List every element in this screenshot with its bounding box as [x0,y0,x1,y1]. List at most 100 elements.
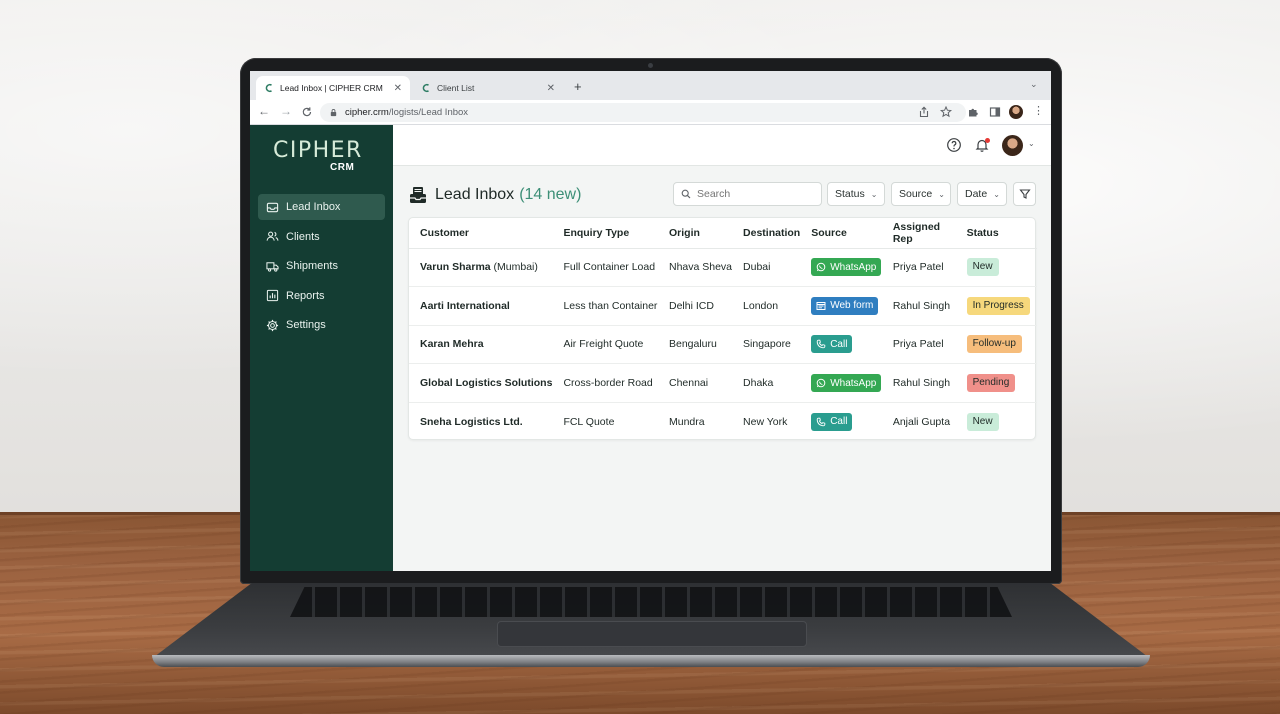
users-icon [266,231,279,241]
chevron-down-icon[interactable]: ⌄ [1028,139,1035,148]
status-badge[interactable]: New [966,412,999,431]
cipher-favicon-icon [265,83,272,93]
search-input[interactable] [697,188,807,200]
cell-enquiry-type: Air Freight Quote [552,325,658,365]
lock-icon [330,109,337,117]
cell-source: WhatsApp [800,248,882,288]
table-row[interactable]: Aarti International Less than Container De… [409,286,1037,326]
column-header-assigned-rep[interactable]: Assigned Rep [881,218,956,249]
notification-dot [985,138,990,143]
cell-status: In Progress [955,286,1037,326]
back-arrow-icon[interactable]: ← [258,104,270,118]
table-row[interactable]: Sneha Logistics Ltd. FCL Quote Mundra New Y… [409,402,1037,441]
customer-name[interactable]: Global Logistics Solutions [420,377,552,389]
cell-origin: Chennai [657,363,733,403]
table-row[interactable]: Karan Mehra Air Freight Quote Bengaluru Sin… [409,325,1037,365]
laptop-base-edge [152,655,1150,667]
logo-wordmark: CIPHER [273,138,363,163]
reload-icon[interactable] [301,106,313,118]
cell-status: New [956,402,1037,441]
cell-customer[interactable]: Aarti International [409,286,553,326]
cell-customer[interactable]: Varun Sharma (Mumbai) [409,248,553,288]
whatsapp-icon [816,262,826,272]
cell-source: WhatsApp [800,363,882,403]
source-label: WhatsApp [830,261,877,273]
column-header-status[interactable]: Status [955,218,1037,249]
new-tab-plus-icon[interactable]: + [574,79,582,94]
avatar[interactable] [1002,135,1023,156]
bookmark-star-icon[interactable] [940,106,952,118]
forward-arrow-icon[interactable]: → [280,104,292,118]
leads-table-card: Customer Enquiry Type Origin Destination… [408,217,1037,441]
status-badge[interactable]: Pending [966,374,1016,393]
customer-name[interactable]: Aarti International [420,300,510,312]
sidebar-item-clients[interactable]: Clients [258,224,385,250]
side-panel-icon[interactable] [989,106,1001,118]
cell-customer[interactable]: Sneha Logistics Ltd. [409,402,552,441]
url-path: /logists/Lead Inbox [388,107,469,118]
cell-origin: Delhi ICD [657,286,733,326]
browser-tab-lead-inbox[interactable]: Lead Inbox | CIPHER CRM ✕ [256,76,410,100]
status-badge[interactable]: Follow-up [966,335,1022,354]
cell-customer[interactable]: Karan Mehra [409,325,553,365]
phone-icon [816,340,826,349]
address-bar[interactable]: cipher.crm/logists/Lead Inbox [320,103,966,122]
cell-enquiry-type: Full Container Load [552,248,658,288]
cipher-favicon-icon [422,83,429,93]
help-icon[interactable] [946,137,962,153]
cell-assigned-rep: Rahul Singh [881,363,956,403]
status-badge[interactable]: New [966,258,999,277]
share-icon[interactable] [918,106,930,118]
source-filter-dropdown[interactable]: Source ⌄ [891,182,951,206]
cell-enquiry-type: Less than Container [552,286,658,326]
advanced-filter-button[interactable] [1013,182,1036,206]
column-header-origin[interactable]: Origin [657,218,733,249]
sidebar-item-reports[interactable]: Reports [258,283,385,309]
column-header-source[interactable]: Source [800,218,882,249]
funnel-filter-icon [1018,189,1031,199]
date-filter-dropdown[interactable]: Date ⌄ [957,182,1007,206]
customer-name[interactable]: Varun Sharma [420,261,491,273]
sidebar-item-settings[interactable]: Settings [258,312,385,338]
status-badge[interactable]: In Progress [966,296,1030,315]
cell-status: New [955,248,1037,288]
browser-profile-avatar[interactable] [1009,105,1023,119]
source-badge: Web form [811,296,879,315]
cipher-crm-logo[interactable]: CIPHER CRM [273,138,363,173]
tab-close-icon[interactable]: ✕ [547,83,555,94]
table-row[interactable]: Varun Sharma (Mumbai) Full Container Load… [409,248,1037,288]
search-box[interactable] [673,182,822,206]
sidebar-item-label: Settings [286,319,326,332]
browser-menu-kebab-icon[interactable]: ⋮ [1033,104,1044,117]
column-header-customer[interactable]: Customer [409,218,553,249]
customer-name[interactable]: Karan Mehra [420,338,484,350]
cell-customer[interactable]: Global Logistics Solutions [409,363,553,403]
column-header-destination[interactable]: Destination [732,218,801,249]
tab-close-icon[interactable]: ✕ [394,83,402,94]
chevron-down-icon: ⌄ [993,189,1000,199]
app-header: ⌄ [393,125,1051,166]
crm-app: CIPHER CRM Lead Inbox Clients Shipments [250,125,1051,571]
cell-destination: Dubai [732,248,801,288]
whatsapp-icon [816,378,826,388]
browser-tab-strip: Lead Inbox | CIPHER CRM ✕ Client List ✕ … [250,71,1051,100]
sidebar-item-shipments[interactable]: Shipments [258,253,385,279]
cell-destination: Dhaka [732,363,801,403]
tab-search-chevron-icon[interactable]: ⌄ [1030,79,1038,90]
source-badge: Call [811,335,853,354]
sidebar-item-label: Shipments [286,260,338,273]
table-row[interactable]: Global Logistics Solutions Cross-border R… [409,363,1037,403]
leads-table: Customer Enquiry Type Origin Destination… [409,218,1037,441]
sidebar-item-lead-inbox[interactable]: Lead Inbox [258,194,385,220]
tab-title: Lead Inbox | CIPHER CRM [280,83,383,93]
extensions-puzzle-icon[interactable] [967,106,979,118]
source-badge: Call [811,412,853,431]
lead-inbox-icon [410,187,426,203]
status-filter-dropdown[interactable]: Status ⌄ [827,182,885,206]
customer-name[interactable]: Sneha Logistics Ltd. [420,416,523,428]
browser-toolbar: ← → cipher.crm/logists/Lead Inbox ⋮ [250,100,1051,125]
cell-origin: Bengaluru [657,325,733,365]
browser-tab-client-list[interactable]: Client List ✕ [413,76,563,100]
laptop-trackpad [497,621,807,647]
column-header-enquiry-type[interactable]: Enquiry Type [552,218,658,249]
